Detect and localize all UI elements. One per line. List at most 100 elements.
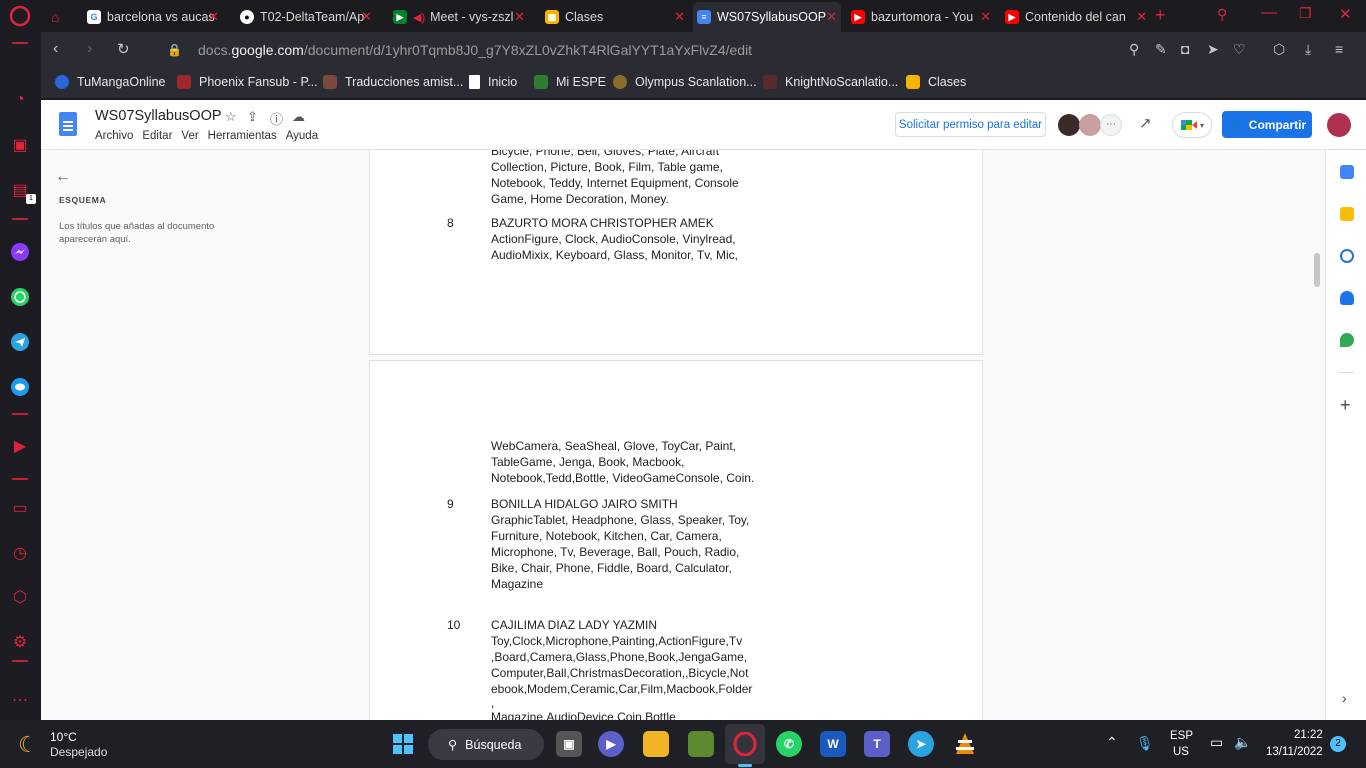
moon-weather-icon[interactable]: ☾ — [18, 732, 38, 758]
menu-archivo[interactable]: Archivo — [95, 130, 133, 142]
more-dots-icon[interactable]: ⋯ — [8, 688, 32, 712]
file-explorer-icon[interactable] — [643, 731, 669, 757]
keyboard-region[interactable]: US — [1173, 746, 1189, 758]
close-tab-icon[interactable]: ✕ — [980, 9, 991, 25]
opera-taskbar-icon[interactable] — [732, 731, 758, 757]
taskbar-search[interactable]: ⚲ Búsqueda — [428, 729, 544, 760]
close-tab-icon[interactable]: ✕ — [208, 9, 219, 25]
cloud-saved-icon[interactable]: ☁ — [292, 109, 305, 125]
speed-dial-icon[interactable]: ◔ — [8, 88, 32, 112]
meet-call-button[interactable]: ▾ — [1172, 112, 1212, 138]
share-button[interactable]: 👤 Compartir — [1222, 111, 1312, 138]
lock-icon[interactable]: 🔒 — [167, 43, 182, 57]
bookmark-clases[interactable]: Clases — [906, 75, 966, 89]
extensions-cube-icon[interactable]: ⬡ — [1273, 41, 1285, 58]
close-tab-icon[interactable]: ✕ — [1136, 9, 1147, 25]
close-tab-icon[interactable]: ✕ — [514, 9, 525, 25]
bookmark-tumangaonline[interactable]: TuMangaOnline — [55, 75, 165, 89]
weather-description[interactable]: Despejado — [50, 745, 107, 759]
microphone-icon[interactable]: 🎙 — [1136, 735, 1154, 752]
messenger-icon[interactable] — [8, 240, 32, 264]
tab-meet[interactable]: ▶ ◀) Meet - vys-zszl ✕ — [389, 4, 529, 30]
extensions-cube-icon[interactable]: ⬡ — [8, 585, 32, 609]
tab-clases[interactable]: ▦ Clases ✕ — [541, 4, 689, 30]
send-icon[interactable]: ➤ — [1207, 41, 1219, 58]
scrollbar-thumb[interactable] — [1314, 253, 1320, 287]
back-arrow-icon[interactable]: ← — [55, 168, 71, 186]
maps-icon[interactable] — [1340, 333, 1354, 347]
tab-contenido[interactable]: ▶ Contenido del can ✕ — [1001, 4, 1151, 30]
snapshot-camera-icon[interactable]: ◘ — [1181, 41, 1189, 57]
whatsapp-icon[interactable]: ✆ — [776, 731, 802, 757]
collaborator-avatar[interactable] — [1058, 114, 1080, 136]
bookmark-olympus[interactable]: Olympus Scanlation... — [613, 75, 757, 89]
request-edit-access-button[interactable]: Solicitar permiso para editar — [895, 112, 1046, 137]
close-window-icon[interactable]: ✕ — [1339, 5, 1352, 23]
google-docs-logo-icon[interactable] — [59, 112, 77, 136]
tab-github[interactable]: ● T02-DeltaTeam/Ap ✕ — [236, 4, 376, 30]
network-icon[interactable]: ▭ — [1210, 734, 1223, 751]
calendar-icon[interactable] — [1340, 165, 1354, 179]
telegram-icon[interactable] — [8, 330, 32, 354]
new-tab-plus-icon[interactable]: + — [1155, 5, 1166, 26]
search-in-page-icon[interactable]: ⚲ — [1129, 41, 1139, 58]
bookmark-inicio[interactable]: Inicio — [469, 75, 517, 89]
reload-icon[interactable]: ↻ — [117, 40, 130, 58]
close-tab-icon[interactable]: ✕ — [826, 9, 837, 25]
minimize-window-icon[interactable]: — — [1261, 4, 1277, 22]
twitter-icon[interactable] — [8, 375, 32, 399]
history-icon[interactable]: ◷ — [8, 541, 32, 565]
teams-chat-icon[interactable]: ▶ — [598, 731, 624, 757]
show-hidden-icons-icon[interactable]: ⌃ — [1106, 734, 1118, 751]
bookmark-traducciones[interactable]: Traducciones amist... — [323, 75, 463, 89]
teams-icon[interactable]: T — [864, 731, 890, 757]
back-arrow-icon[interactable]: ‹ — [53, 40, 58, 58]
opera-logo-icon[interactable] — [8, 4, 32, 28]
settings-gear-icon[interactable]: ⚙ — [8, 630, 32, 654]
keep-icon[interactable] — [1340, 207, 1354, 221]
menu-ayuda[interactable]: Ayuda — [286, 130, 318, 142]
tab-bazurtomora[interactable]: ▶ bazurtomora - You ✕ — [847, 4, 995, 30]
share-edit-icon[interactable]: ✎ — [1155, 41, 1167, 58]
menu-editar[interactable]: Editar — [142, 130, 172, 142]
telegram-icon[interactable]: ➤ — [908, 731, 934, 757]
bookmark-heart-icon[interactable]: ♡ — [1233, 41, 1246, 58]
collaborator-avatar[interactable] — [1079, 114, 1101, 136]
audio-playing-icon[interactable]: ◀) — [413, 11, 425, 24]
clock-date[interactable]: 13/11/2022 — [1266, 746, 1323, 758]
menu-herramientas[interactable]: Herramientas — [208, 130, 277, 142]
bookmark-phoenix-fansub[interactable]: Phoenix Fansub - P... — [177, 75, 318, 89]
workspaces-icon[interactable]: ⌂ — [47, 4, 77, 30]
more-collaborators-icon[interactable]: ⋯ — [1100, 114, 1122, 136]
move-to-drive-icon[interactable]: ⇪ — [247, 109, 258, 125]
contacts-icon[interactable] — [1340, 291, 1354, 305]
whatsapp-icon[interactable] — [8, 285, 32, 309]
activity-trend-icon[interactable]: ↗ — [1139, 114, 1152, 132]
chevron-right-icon[interactable]: › — [1342, 690, 1347, 706]
pinboard-icon[interactable]: ▭ — [8, 496, 32, 520]
star-icon[interactable]: ☆ — [225, 109, 237, 125]
tasks-icon[interactable] — [1340, 249, 1354, 263]
weather-temperature[interactable]: 10°C — [50, 730, 77, 744]
volume-icon[interactable]: 🔈 — [1234, 734, 1251, 751]
windows-start-icon[interactable] — [390, 731, 416, 757]
shopping-bag-icon[interactable]: ▣ — [8, 133, 32, 157]
clock-time[interactable]: 21:22 — [1294, 729, 1323, 741]
player-icon[interactable]: ▶ — [8, 434, 32, 458]
forward-arrow-icon[interactable]: › — [87, 40, 92, 58]
downloads-icon[interactable]: ⤓ — [1305, 41, 1311, 58]
maximize-window-icon[interactable]: ❐ — [1299, 5, 1312, 22]
add-addon-plus-icon[interactable]: + — [1340, 395, 1351, 416]
document-info-icon[interactable]: ⓘ — [270, 109, 283, 128]
document-title[interactable]: WS07SyllabusOOP — [95, 108, 222, 124]
input-language[interactable]: ESP — [1170, 730, 1193, 742]
close-tab-icon[interactable]: ✕ — [361, 9, 372, 25]
word-icon[interactable]: W — [820, 731, 846, 757]
vlc-icon[interactable] — [952, 731, 978, 757]
bookmark-mi-espe[interactable]: Mi ESPE — [534, 75, 606, 89]
task-view-icon[interactable]: ▣ — [556, 731, 582, 757]
url-field[interactable]: docs.google.com/document/d/1yhr0Tqmb8J0_… — [198, 42, 752, 58]
tab-barcelona[interactable]: G barcelona vs aucas ✕ — [83, 4, 223, 30]
close-tab-icon[interactable]: ✕ — [674, 9, 685, 25]
easy-setup-icon[interactable]: ≡ — [1335, 41, 1343, 57]
